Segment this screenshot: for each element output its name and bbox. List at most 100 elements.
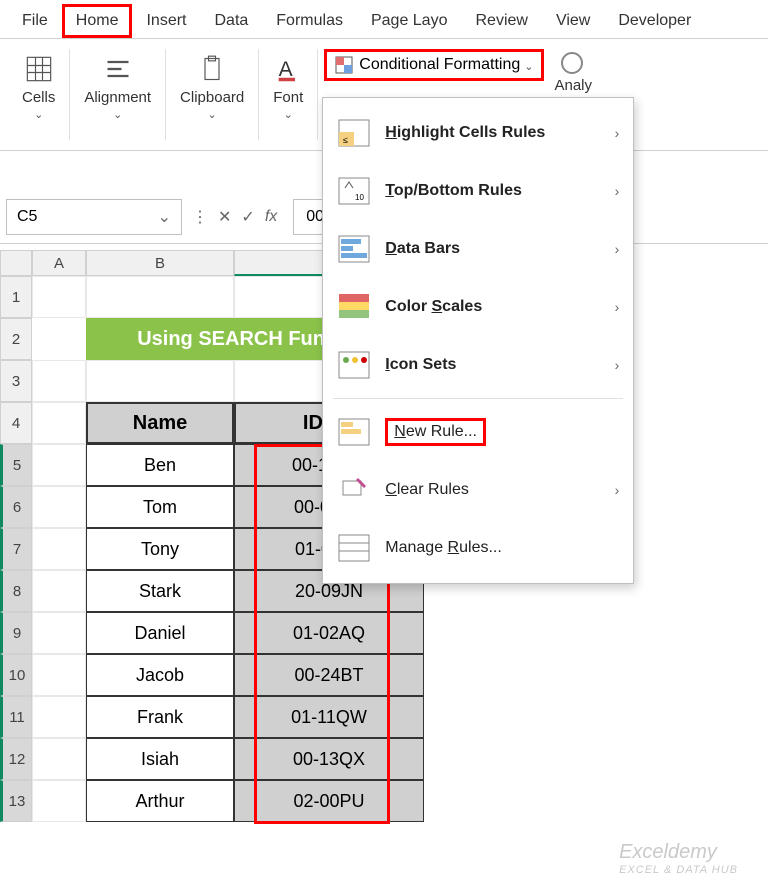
conditional-formatting-area: Conditional Formatting ⌄ ≤ Highlight Cel… [318,49,544,140]
table-cell-name[interactable]: Tom [86,486,234,528]
row-header[interactable]: 8 [0,570,32,612]
table-cell-name[interactable]: Jacob [86,654,234,696]
row-header[interactable]: 1 [0,276,32,318]
row-header[interactable]: 7 [0,528,32,570]
row-header[interactable]: 13 [0,780,32,822]
tab-view[interactable]: View [542,4,604,38]
ribbon-group-clipboard[interactable]: Clipboard ⌄ [166,49,259,140]
cell[interactable] [32,570,86,612]
ribbon-label: Font [273,89,303,106]
cell[interactable] [32,360,86,402]
watermark: Exceldemy EXCEL & DATA HUB [619,841,738,876]
menu-data-bars[interactable]: Data Bars › [323,220,633,278]
svg-text:≤: ≤ [343,135,348,145]
menu-label: Highlight Cells Rules [385,124,545,142]
ribbon-label: Clipboard [180,89,244,106]
cell[interactable] [32,780,86,822]
cell[interactable] [32,696,86,738]
data-bars-icon [337,234,371,264]
row-header[interactable]: 9 [0,612,32,654]
col-header-a[interactable]: A [32,250,86,276]
ribbon-label: Cells [22,89,55,106]
row-header[interactable]: 10 [0,654,32,696]
ribbon-group-cells[interactable]: Cells ⌄ [8,49,70,140]
cell[interactable] [32,486,86,528]
conditional-formatting-menu: ≤ Highlight Cells Rules › 10 Top/Bottom … [322,97,634,584]
table-cell-id[interactable]: 01-02AQ [234,612,424,654]
cells-icon [25,55,53,83]
name-box-value: C5 [17,208,37,226]
menu-label: Data Bars [385,240,460,258]
menu-new-rule[interactable]: New Rule... [323,403,633,461]
table-cell-name[interactable]: Stark [86,570,234,612]
menu-clear-rules[interactable]: Clear Rules › [323,461,633,519]
cell[interactable] [86,360,234,402]
row-header[interactable]: 12 [0,738,32,780]
menu-icon-sets[interactable]: Icon Sets › [323,336,633,394]
table-cell-id[interactable]: 01-11QW [234,696,424,738]
menu-label: Clear Rules [385,481,469,499]
submenu-arrow-icon: › [615,357,620,373]
table-cell-name[interactable]: Ben [86,444,234,486]
tab-insert[interactable]: Insert [132,4,200,38]
cell[interactable] [32,276,86,318]
cancel-icon[interactable]: ✕ [218,207,231,227]
menu-label: Top/Bottom Rules [385,182,522,200]
tab-developer[interactable]: Developer [604,4,705,38]
table-cell-name[interactable]: Arthur [86,780,234,822]
row-header[interactable]: 6 [0,486,32,528]
svg-text:10: 10 [355,193,364,202]
tab-data[interactable]: Data [200,4,262,38]
clipboard-icon [198,55,226,83]
table-cell-id[interactable]: 02-00PU [234,780,424,822]
top-bottom-icon: 10 [337,176,371,206]
table-cell-name[interactable]: Tony [86,528,234,570]
table-cell-name[interactable]: Daniel [86,612,234,654]
chevron-down-icon[interactable]: ⌄ [158,207,171,227]
icon-sets-icon [337,350,371,380]
manage-rules-icon [337,533,371,563]
tab-home[interactable]: Home [62,4,133,38]
submenu-arrow-icon: › [615,482,620,498]
tab-formulas[interactable]: Formulas [262,4,357,38]
cell[interactable] [32,402,86,444]
chevron-down-icon: ⌄ [524,60,533,73]
tab-page-layout[interactable]: Page Layo [357,4,462,38]
conditional-formatting-button[interactable]: Conditional Formatting ⌄ [324,49,544,81]
table-cell-name[interactable]: Isiah [86,738,234,780]
menu-manage-rules[interactable]: Manage Rules... [323,519,633,577]
cell[interactable] [86,276,234,318]
alignment-icon [104,55,132,83]
enter-icon[interactable]: ✓ [241,207,254,227]
tab-review[interactable]: Review [461,4,541,38]
highlight-rules-icon: ≤ [337,118,371,148]
row-header[interactable]: 5 [0,444,32,486]
name-box[interactable]: C5 ⌄ [6,199,182,235]
cell[interactable] [32,528,86,570]
cell[interactable] [32,444,86,486]
menu-highlight-cells-rules[interactable]: ≤ Highlight Cells Rules › [323,104,633,162]
fx-icon[interactable]: fx [265,208,277,226]
table-header-name[interactable]: Name [86,402,234,444]
table-cell-id[interactable]: 00-13QX [234,738,424,780]
cell[interactable] [32,738,86,780]
menu-top-bottom-rules[interactable]: 10 Top/Bottom Rules › [323,162,633,220]
cell[interactable] [32,318,86,360]
tab-file[interactable]: File [8,4,62,38]
ribbon-group-alignment[interactable]: Alignment ⌄ [70,49,166,140]
select-all-corner[interactable] [0,250,32,276]
table-cell-id[interactable]: 00-24BT [234,654,424,696]
row-header[interactable]: 3 [0,360,32,402]
row-header[interactable]: 4 [0,402,32,444]
row-header[interactable]: 2 [0,318,32,360]
ribbon: Cells ⌄ Alignment ⌄ Clipboard ⌄ A Font ⌄… [0,39,768,151]
menu-color-scales[interactable]: Color Scales › [323,278,633,336]
row-header[interactable]: 11 [0,696,32,738]
cell[interactable] [32,654,86,696]
watermark-text: Exceldemy [619,841,717,863]
cell[interactable] [32,612,86,654]
ribbon-group-font[interactable]: A Font ⌄ [259,49,318,140]
col-header-b[interactable]: B [86,250,234,276]
table-cell-name[interactable]: Frank [86,696,234,738]
row-headers: 1 2 3 4 5 6 7 8 9 10 11 12 13 [0,276,32,822]
